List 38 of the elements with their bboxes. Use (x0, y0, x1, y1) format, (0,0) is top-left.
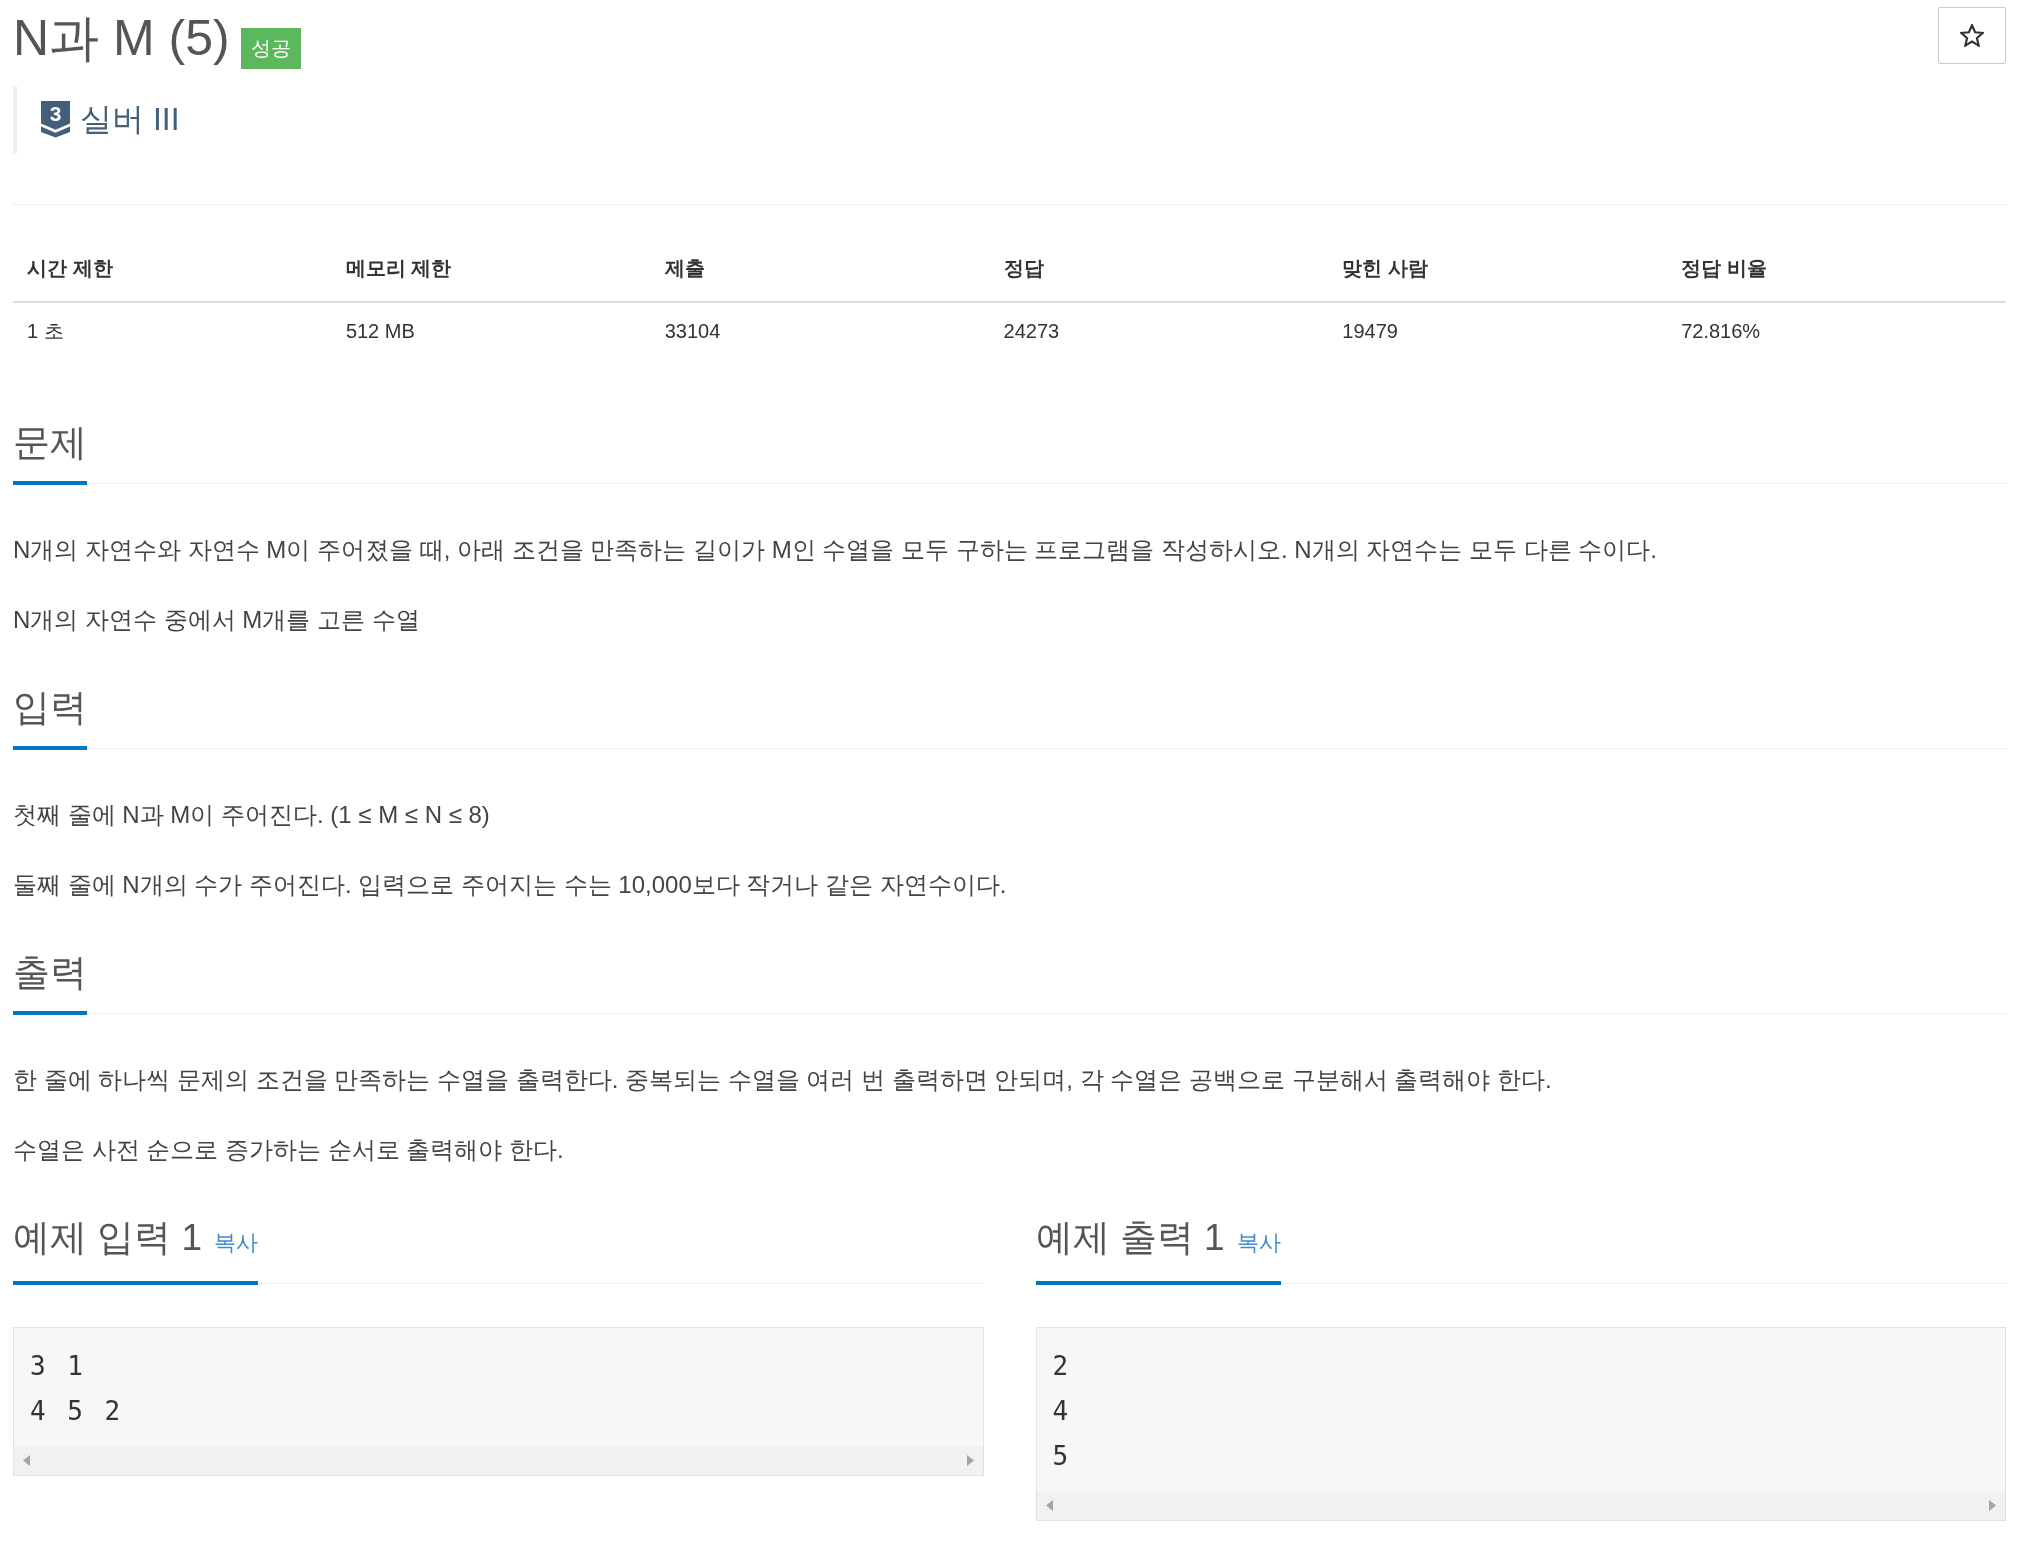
problem-paragraph: 한 줄에 하나씩 문제의 조건을 만족하는 수열을 출력한다. 중복되는 수열을 여러 번 출력하면 안되며, 각 수열은 공백으로 구분해서 출력해야 한다. (13, 1065, 1553, 1095)
problem-paragraph: 첫째 줄에 N과 M이 주어진다. (1 ≤ M ≤ N ≤ 8) (13, 800, 491, 830)
copy-link[interactable]: 복사 (1236, 1230, 1281, 1255)
sample-text: 3 1 4 5 2 (29, 1350, 125, 1428)
left-arrow-icon[interactable] (23, 1455, 30, 1466)
table-cell: 33104 (650, 302, 990, 359)
section-heading: 출력 (13, 951, 87, 1015)
table-cell: 1 초 (13, 302, 332, 359)
section-heading: 입력 (13, 686, 87, 750)
table-cell: 72.816% (1667, 302, 2006, 359)
horizontal-scrollbar[interactable] (1036, 1491, 2005, 1520)
table-header: 제출 (650, 236, 990, 302)
star-button[interactable] (1938, 7, 2006, 64)
result-badge: 성공 (240, 28, 301, 69)
problem-paragraph: N개의 자연수와 자연수 M이 주어졌을 때, 아래 조건을 만족하는 길이가 M인 수열을 모두 구하는 프로그램을 작성하시오. N개의 자연수는 모두 다른 수이다. (13, 535, 1658, 565)
table-cell: 24273 (989, 302, 1329, 359)
problem-paragraph: 둘째 줄에 N개의 수가 주어진다. 입력으로 주어지는 수는 10,000보다 작거나 같은 자연수이다. (13, 870, 1008, 900)
table-cell: 19479 (1328, 302, 1668, 359)
sample-heading: 예제 출력 1 (1035, 1217, 1225, 1258)
horizontal-scrollbar[interactable] (14, 1446, 983, 1475)
table-header: 정답 비율 (1667, 236, 2006, 302)
left-arrow-icon[interactable] (1045, 1500, 1053, 1511)
table-header: 시간 제한 (13, 236, 332, 302)
table-header: 맞힌 사람 (1328, 236, 1668, 302)
sample-text: 2 4 5 (1051, 1350, 1073, 1473)
problem-paragraph: N개의 자연수 중에서 M개를 고른 수열 (13, 605, 421, 635)
section-heading: 문제 (13, 421, 87, 485)
sample-heading: 예제 입력 1 (13, 1217, 203, 1258)
problem-paragraph: 수열은 사전 순으로 증가하는 순서로 출력해야 한다. (13, 1135, 565, 1165)
problem-title: N과 M (5) (13, 9, 230, 68)
table-header: 정답 (989, 236, 1329, 302)
copy-link[interactable]: 복사 (214, 1230, 259, 1255)
tier-name: 실버 III (80, 100, 180, 138)
table-cell: 512 MB (331, 302, 651, 359)
right-arrow-icon[interactable] (966, 1455, 974, 1466)
table-header: 메모리 제한 (331, 236, 651, 302)
right-arrow-icon[interactable] (1989, 1500, 1996, 1511)
tier-badge: 3 (41, 100, 70, 138)
